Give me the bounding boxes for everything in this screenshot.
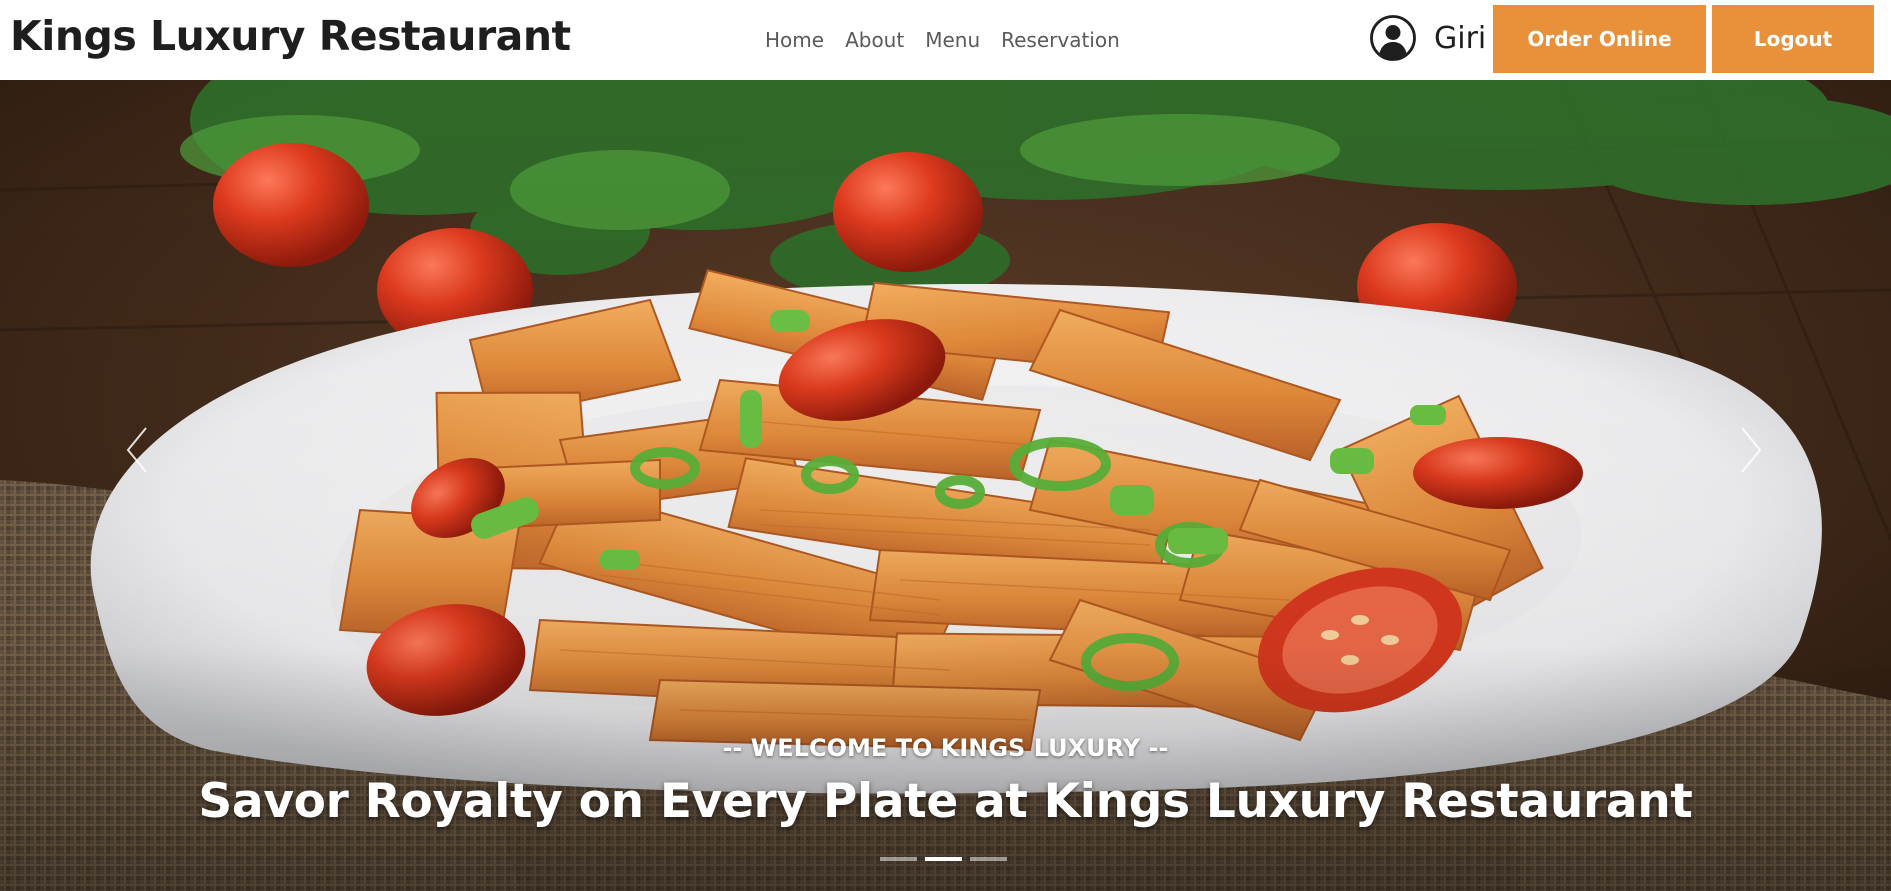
user-profile[interactable]: Giri (1369, 14, 1486, 62)
hero-subtitle: -- WELCOME TO KINGS LUXURY -- (722, 734, 1169, 762)
user-circle-icon (1370, 15, 1416, 61)
chevron-right-icon[interactable] (1726, 410, 1776, 490)
nav-link-home[interactable]: Home (765, 28, 824, 52)
hero-title: Savor Royalty on Every Plate at Kings Lu… (198, 774, 1693, 829)
carousel-indicator-2[interactable] (925, 857, 962, 861)
hero-pasta-image (0, 80, 1891, 891)
brand-logo-text[interactable]: Kings Luxury Restaurant (10, 12, 571, 60)
nav-links: Home About Menu Reservation (765, 28, 1141, 52)
carousel-indicators (880, 857, 1007, 861)
nav-link-menu[interactable]: Menu (925, 28, 980, 52)
order-online-button[interactable]: Order Online (1493, 5, 1706, 73)
navbar: Kings Luxury Restaurant Home About Menu … (0, 0, 1891, 80)
carousel-indicator-3[interactable] (970, 857, 1007, 861)
nav-link-about[interactable]: About (845, 28, 904, 52)
nav-link-reservation[interactable]: Reservation (1001, 28, 1120, 52)
user-name: Giri (1434, 20, 1487, 56)
hero-carousel: -- WELCOME TO KINGS LUXURY -- Savor Roya… (0, 80, 1891, 891)
carousel-indicator-1[interactable] (880, 857, 917, 861)
logout-button[interactable]: Logout (1712, 5, 1874, 73)
chevron-left-icon[interactable] (112, 410, 162, 490)
